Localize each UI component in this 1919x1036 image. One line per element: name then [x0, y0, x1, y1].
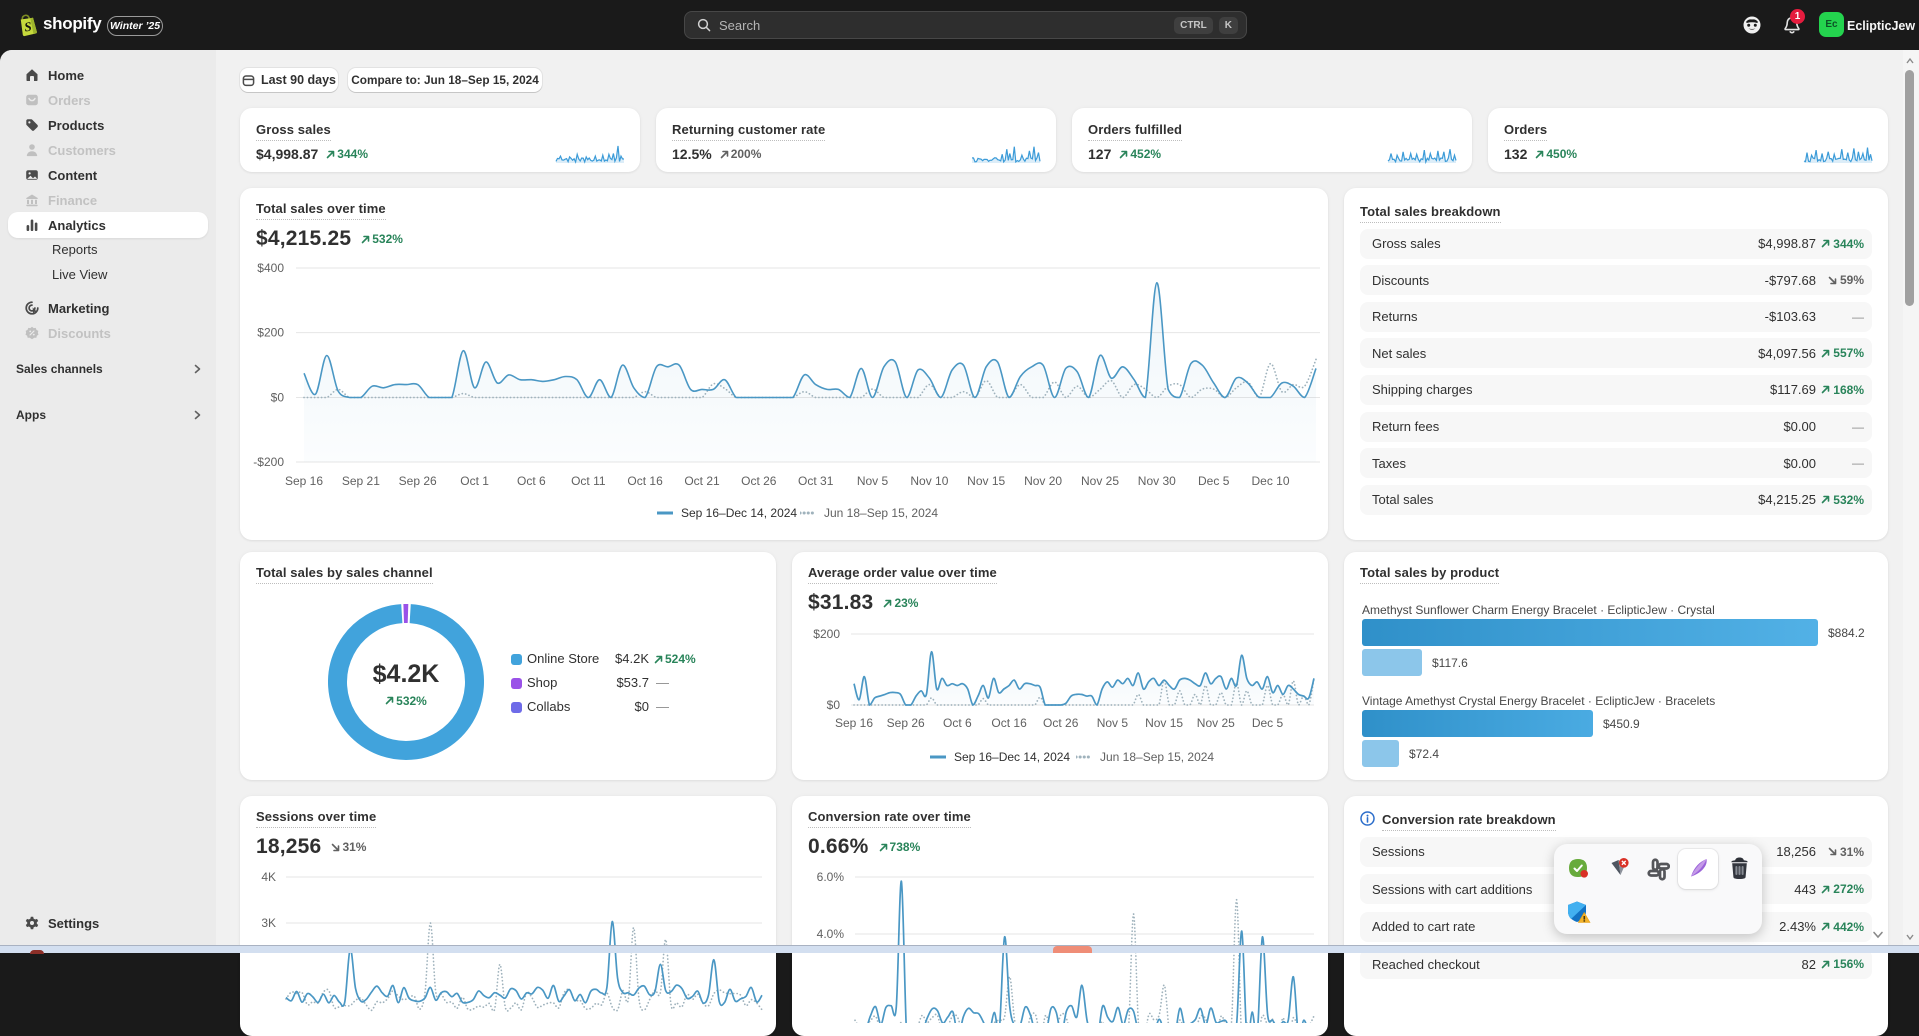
svg-text:Nov 30: Nov 30: [1138, 474, 1176, 488]
svg-text:Oct 31: Oct 31: [798, 474, 834, 488]
svg-text:4K: 4K: [261, 870, 276, 884]
svg-text:Sep 16: Sep 16: [285, 474, 323, 488]
svg-text:Nov 20: Nov 20: [1024, 474, 1062, 488]
svg-text:Sep 26: Sep 26: [887, 716, 925, 730]
svg-text:Dec 5: Dec 5: [1198, 474, 1230, 488]
svg-text:Oct 16: Oct 16: [991, 716, 1027, 730]
svg-text:$200: $200: [257, 326, 284, 340]
svg-text:Oct 1: Oct 1: [460, 474, 489, 488]
svg-text:Sep 21: Sep 21: [342, 474, 380, 488]
svg-text:$0: $0: [827, 698, 841, 712]
svg-text:4.0%: 4.0%: [817, 927, 845, 941]
svg-text:Oct 26: Oct 26: [741, 474, 777, 488]
svg-text:Nov 25: Nov 25: [1197, 716, 1235, 730]
svg-text:Dec 5: Dec 5: [1252, 716, 1284, 730]
svg-text:Sep 26: Sep 26: [399, 474, 437, 488]
svg-text:-$200: -$200: [253, 455, 284, 469]
svg-text:Oct 21: Oct 21: [684, 474, 720, 488]
svg-text:Dec 10: Dec 10: [1251, 474, 1289, 488]
svg-text:$400: $400: [257, 261, 284, 275]
svg-text:$0: $0: [271, 391, 285, 405]
svg-text:Nov 10: Nov 10: [910, 474, 948, 488]
svg-text:Sep 16: Sep 16: [835, 716, 873, 730]
svg-text:3K: 3K: [261, 916, 276, 930]
svg-text:Nov 25: Nov 25: [1081, 474, 1119, 488]
svg-text:Nov 5: Nov 5: [1097, 716, 1129, 730]
svg-text:Oct 11: Oct 11: [571, 474, 606, 488]
svg-text:$200: $200: [813, 627, 840, 641]
svg-text:6.0%: 6.0%: [817, 870, 845, 884]
svg-text:Oct 26: Oct 26: [1043, 716, 1079, 730]
svg-text:Nov 15: Nov 15: [967, 474, 1005, 488]
svg-text:Oct 16: Oct 16: [627, 474, 663, 488]
svg-text:Nov 15: Nov 15: [1145, 716, 1183, 730]
svg-text:Oct 6: Oct 6: [943, 716, 972, 730]
svg-text:Oct 6: Oct 6: [517, 474, 546, 488]
svg-text:Nov 5: Nov 5: [857, 474, 889, 488]
